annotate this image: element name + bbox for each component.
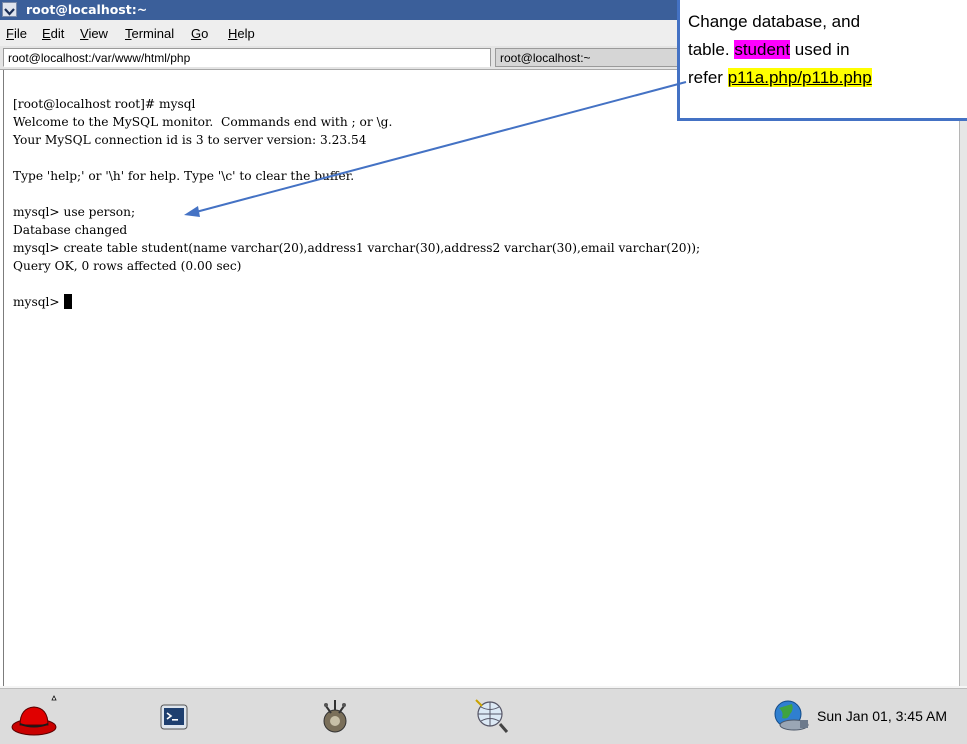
mysql-prompt: mysql> bbox=[13, 295, 60, 309]
terminal-line: Your MySQL connection id is 3 to server … bbox=[13, 133, 367, 147]
callout-line-3: refer p11a.php/p11b.php bbox=[688, 64, 872, 92]
terminal-line: [root@localhost root]# mysql bbox=[13, 97, 196, 111]
callout-line-2-post: used in bbox=[790, 40, 850, 59]
menu-help[interactable]: Help bbox=[228, 26, 255, 41]
tab-home[interactable]: root@localhost:~ bbox=[495, 48, 695, 67]
menu-go[interactable]: Go bbox=[191, 26, 208, 41]
taskbar: Sun Jan 01, 3:45 AM bbox=[0, 686, 967, 744]
text-cursor bbox=[63, 294, 72, 309]
terminal-prompt-line[interactable]: mysql> bbox=[13, 293, 700, 311]
terminal-window: root@localhost:~ File Edit View Terminal… bbox=[0, 0, 967, 744]
terminal-line: Database changed bbox=[13, 223, 128, 237]
window-title: root@localhost:~ bbox=[26, 2, 148, 17]
terminal-lines: [root@localhost root]# mysql Welcome to … bbox=[13, 95, 700, 311]
terminal-line: Query OK, 0 rows affected (0.00 sec) bbox=[13, 259, 242, 273]
callout-text: Change database, and table. student used… bbox=[688, 8, 872, 92]
menu-view[interactable]: View bbox=[80, 26, 108, 41]
menu-edit[interactable]: Edit bbox=[42, 26, 64, 41]
menu-file[interactable]: File bbox=[6, 26, 27, 41]
terminal-line: Welcome to the MySQL monitor. Commands e… bbox=[13, 115, 393, 129]
redhat-menu-icon[interactable] bbox=[10, 694, 60, 742]
graphics-app-icon[interactable] bbox=[318, 696, 352, 738]
clock[interactable]: Sun Jan 01, 3:45 AM bbox=[817, 708, 947, 724]
terminal-launcher-icon[interactable] bbox=[160, 704, 188, 734]
terminal-scrollbar[interactable] bbox=[959, 70, 967, 686]
callout-line-2-pre: table. bbox=[688, 40, 735, 59]
callout-line-3-pre: refer bbox=[688, 68, 728, 87]
network-globe-icon[interactable] bbox=[772, 698, 812, 738]
terminal-line: Type 'help;' or '\h' for help. Type '\c'… bbox=[13, 169, 355, 183]
terminal-line: mysql> use person; bbox=[13, 205, 136, 219]
terminal-line: mysql> create table student(name varchar… bbox=[13, 241, 701, 255]
window-menu-button[interactable] bbox=[2, 2, 17, 17]
callout-line-2: table. student used in bbox=[688, 36, 872, 64]
highlight-student: student bbox=[734, 40, 791, 59]
highlight-php-files: p11a.php/p11b.php bbox=[727, 68, 872, 87]
terminal-output[interactable]: [root@localhost root]# mysql Welcome to … bbox=[3, 70, 960, 686]
browser-launcher-icon[interactable] bbox=[470, 694, 510, 740]
callout-line-1: Change database, and bbox=[688, 12, 861, 31]
chevron-down-icon bbox=[4, 8, 15, 16]
annotation-callout: Change database, and table. student used… bbox=[677, 0, 967, 121]
tab-var-www-html-php[interactable]: root@localhost:/var/www/html/php bbox=[3, 48, 491, 67]
menu-terminal[interactable]: Terminal bbox=[125, 26, 174, 41]
